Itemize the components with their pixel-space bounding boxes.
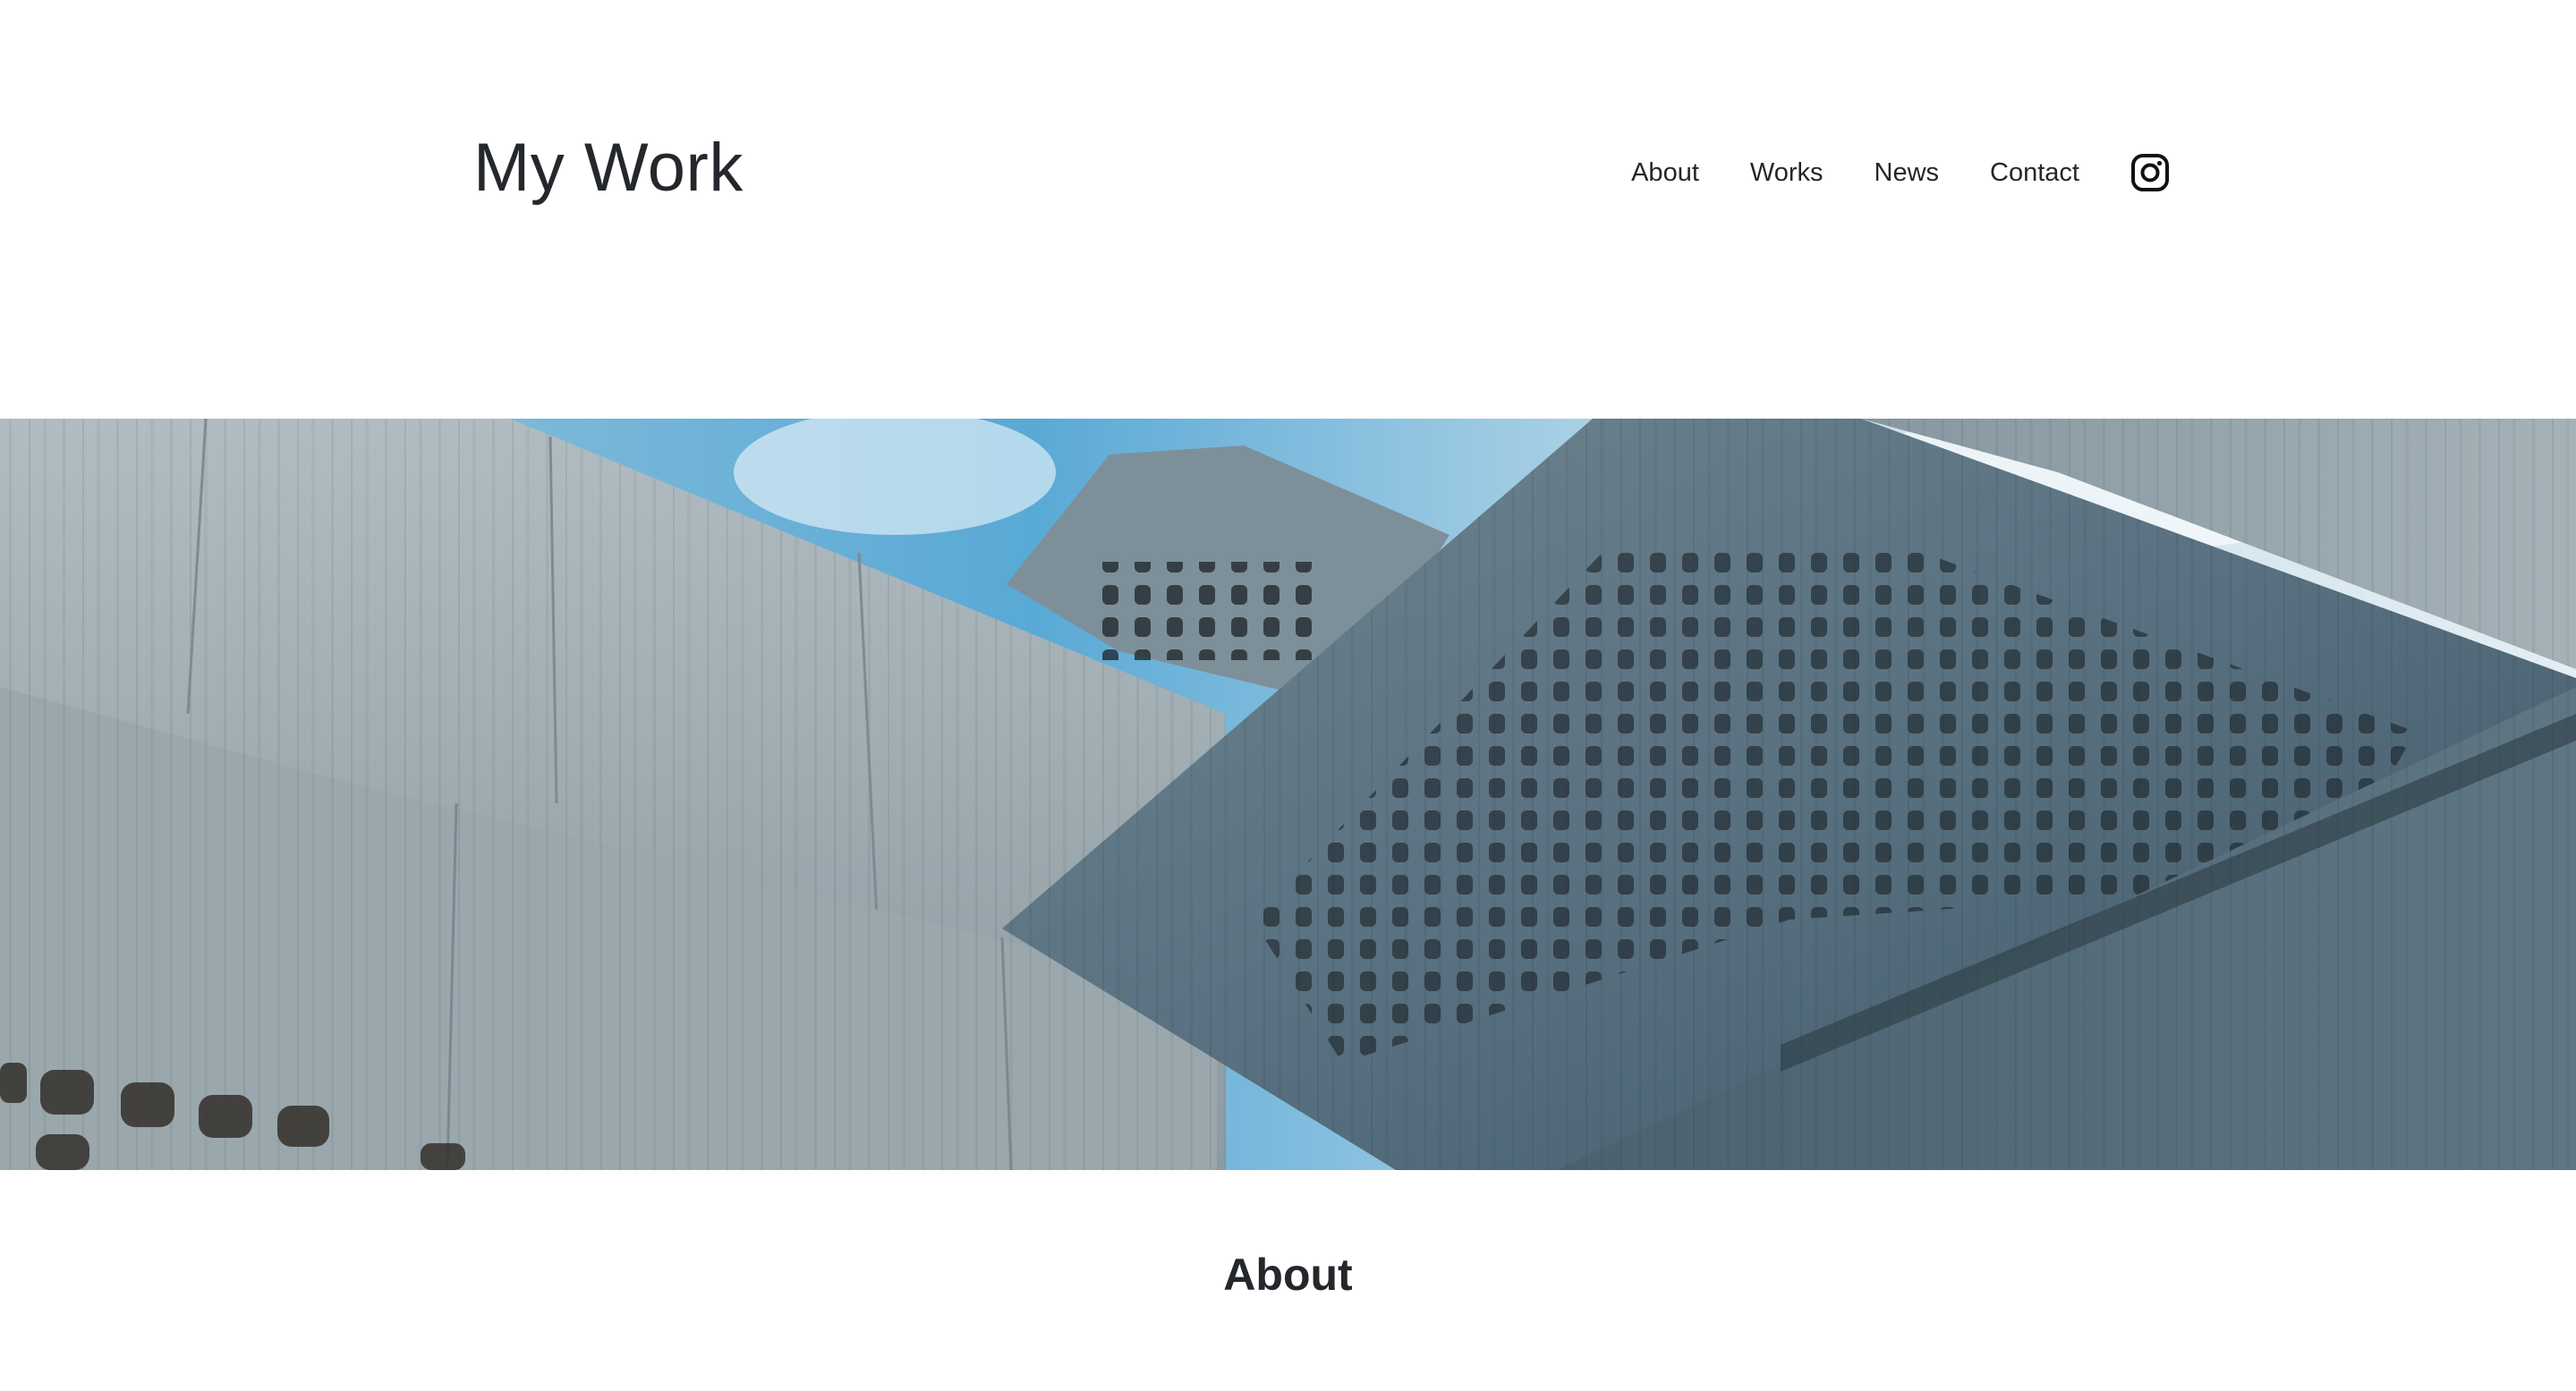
site-title[interactable]: My Work — [473, 134, 744, 202]
site-header: My Work About Works News Contact — [0, 0, 2576, 419]
main-nav: About Works News Contact — [1631, 154, 2170, 191]
instagram-icon[interactable] — [2130, 153, 2170, 192]
nav-item-news[interactable]: News — [1875, 154, 1940, 191]
nav-item-contact[interactable]: Contact — [1990, 154, 2079, 191]
nav-item-works[interactable]: Works — [1750, 154, 1824, 191]
nav-item-about[interactable]: About — [1631, 154, 1699, 191]
hero-building-illustration — [0, 419, 2576, 1170]
page: My Work About Works News Contact About — [0, 0, 2576, 1391]
hero-image — [0, 419, 2576, 1170]
about-heading: About — [1223, 1250, 1353, 1300]
